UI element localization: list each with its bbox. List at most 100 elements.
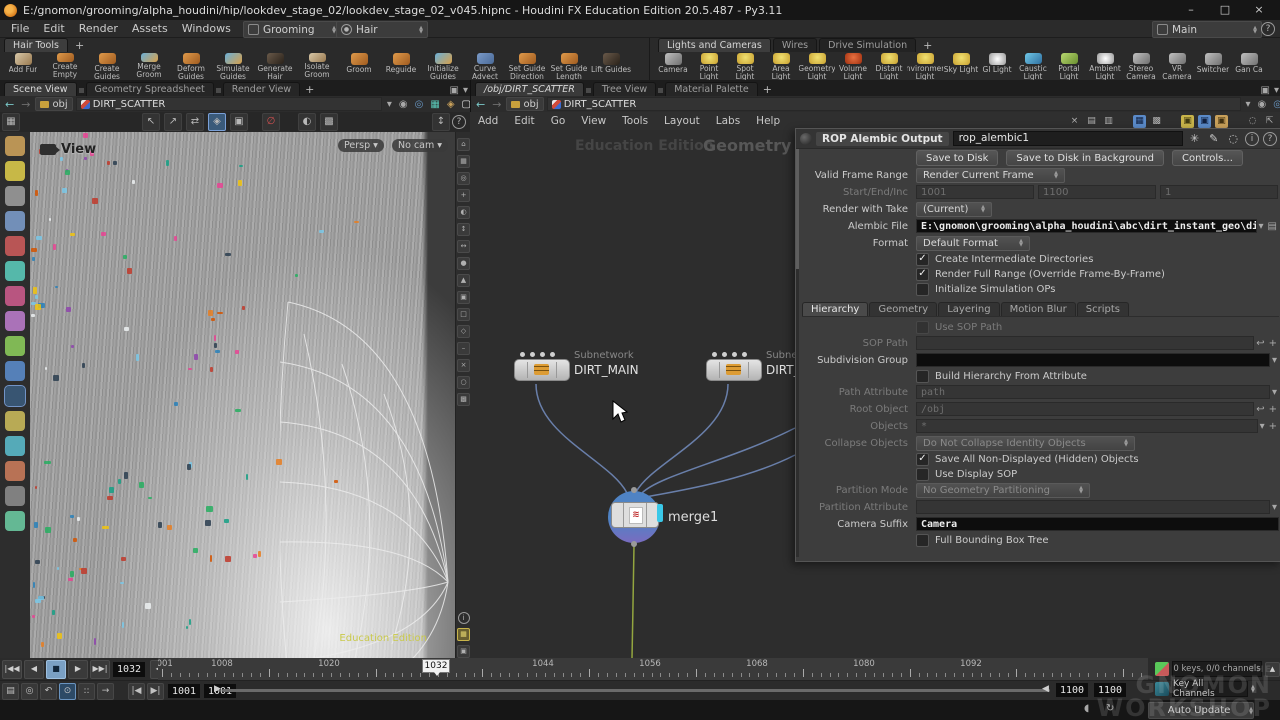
- node-body[interactable]: [706, 359, 762, 381]
- viewport-option-icon[interactable]: ↕: [457, 223, 470, 236]
- grid-toggle-icon[interactable]: ▦: [457, 628, 470, 641]
- copy-keys-icon[interactable]: ▤: [2, 683, 19, 700]
- loop-mode-icon[interactable]: ↶: [40, 683, 57, 700]
- viewport-tool-icon[interactable]: [5, 361, 25, 381]
- nav-forward-icon[interactable]: →: [490, 98, 503, 111]
- shelf-tool[interactable]: Gan Ca: [1231, 52, 1267, 80]
- global-anim-icon[interactable]: ◎: [21, 683, 38, 700]
- projection-menu[interactable]: Persp▾: [338, 139, 384, 152]
- realtime-toggle-icon[interactable]: ⊙: [59, 683, 76, 700]
- nav-back-icon[interactable]: ←: [474, 98, 487, 111]
- viewport-option-icon[interactable]: ▲: [457, 274, 470, 287]
- range-slider-right-handle[interactable]: ◀: [1042, 684, 1049, 694]
- viewport-option-icon[interactable]: ×: [457, 359, 470, 372]
- search-icon[interactable]: ◌: [1225, 132, 1241, 145]
- radial-menu-hair[interactable]: ● Hair: [336, 21, 428, 38]
- shelf-tool[interactable]: Merge Groom Objects: [128, 52, 170, 80]
- shelf-tool[interactable]: Stereo Camera: [1123, 52, 1159, 80]
- net-menu-view[interactable]: View: [573, 115, 614, 127]
- pane-maximize-icon[interactable]: ▣: [448, 85, 461, 96]
- menu-edit[interactable]: Edit: [36, 20, 71, 37]
- net-menu-add[interactable]: Add: [470, 115, 506, 127]
- output-port[interactable]: [631, 541, 637, 547]
- shelf-tool[interactable]: Initialize Guides: [422, 52, 464, 80]
- camera-suffix-field[interactable]: Camera: [916, 517, 1279, 531]
- partition-mode-dropdown[interactable]: No Geometry Partitioning: [916, 483, 1090, 498]
- shelf-tool[interactable]: Sky Light: [943, 52, 979, 80]
- menu-windows[interactable]: Windows: [175, 20, 238, 37]
- camera-menu[interactable]: No cam▾: [392, 139, 448, 152]
- op-jump-icon[interactable]: ↩: [1254, 404, 1266, 415]
- select-tool-icon[interactable]: ↗: [164, 113, 182, 131]
- tab-geometry[interactable]: Geometry: [869, 302, 937, 316]
- viewport-option-icon[interactable]: +: [457, 189, 470, 202]
- select-box-icon[interactable]: ▣: [230, 113, 248, 131]
- obj-menu-icon[interactable]: ▾: [1258, 421, 1267, 432]
- tab-render-view[interactable]: Render View: [223, 82, 300, 96]
- shelf-tool[interactable]: Create Empty Guide Groom: [44, 52, 86, 80]
- checkbox[interactable]: [916, 283, 929, 296]
- path-dropdown-icon[interactable]: ▾: [1244, 99, 1253, 110]
- file-history-icon[interactable]: ▾: [1257, 221, 1266, 232]
- shelf-tool[interactable]: Set Guide Direction: [506, 52, 548, 80]
- controls-button[interactable]: Controls...: [1172, 150, 1243, 166]
- viewport-option-icon[interactable]: ▣: [457, 291, 470, 304]
- tab-tree-view[interactable]: Tree View: [593, 82, 656, 96]
- layout-grid-icon[interactable]: ▦: [2, 113, 20, 131]
- help-icon[interactable]: ?: [1263, 132, 1277, 146]
- add-pane-tab-button[interactable]: +: [300, 83, 319, 96]
- viewport-tool-icon[interactable]: [5, 161, 25, 181]
- tab-handle[interactable]: [216, 88, 221, 93]
- keyframe-icon[interactable]: [1155, 662, 1169, 676]
- viewport-option-icon[interactable]: ○: [457, 376, 470, 389]
- scene-viewport[interactable]: View Persp▾ No cam▾ Education Edition: [30, 132, 455, 658]
- shelf-tab-lights-cameras[interactable]: Lights and Cameras: [658, 38, 771, 52]
- pane-maximize-icon[interactable]: ▣: [1259, 85, 1272, 96]
- tab-handle[interactable]: [586, 88, 591, 93]
- tab-layering[interactable]: Layering: [938, 302, 999, 316]
- range-slider-left-handle[interactable]: ▶: [214, 684, 221, 694]
- checkbox[interactable]: [916, 321, 929, 334]
- end-frame-field[interactable]: 1100: [1038, 185, 1156, 199]
- go-end-button[interactable]: ▶▶|: [90, 660, 110, 679]
- range-next-icon[interactable]: ▶|: [147, 683, 164, 700]
- camera-lock-icon[interactable]: ▣: [457, 645, 470, 658]
- viewport-tool-icon[interactable]: [5, 386, 25, 406]
- range-slider[interactable]: [222, 689, 1050, 692]
- tab-handle[interactable]: [658, 88, 663, 93]
- shelf-tool[interactable]: Add Fur: [2, 52, 44, 80]
- checkbox[interactable]: [916, 468, 929, 481]
- snapshot-icon[interactable]: ▦: [428, 99, 441, 110]
- net-menu-go[interactable]: Go: [543, 115, 574, 127]
- viewport-option-icon[interactable]: ●: [457, 257, 470, 270]
- op-jump-icon[interactable]: ↩: [1254, 338, 1266, 349]
- net-menu-help[interactable]: Help: [748, 115, 788, 127]
- list-view-icon[interactable]: ▥: [1102, 115, 1115, 128]
- tab-scripts[interactable]: Scripts: [1077, 302, 1129, 316]
- global-end-field[interactable]: 1100: [1094, 683, 1126, 697]
- shelf-tool[interactable]: Lift Guides: [590, 52, 632, 80]
- tab-hierarchy[interactable]: Hierarchy: [802, 302, 868, 316]
- viewport-option-icon[interactable]: ◐: [457, 206, 470, 219]
- shelf-tool[interactable]: Switcher: [1195, 52, 1231, 80]
- play-reverse-button[interactable]: ◀: [24, 660, 44, 679]
- link-icon[interactable]: ◎: [413, 99, 426, 110]
- viewport-option-icon[interactable]: □: [457, 308, 470, 321]
- go-start-button[interactable]: |◀◀: [2, 660, 22, 679]
- shelf-tool[interactable]: Area Light: [763, 52, 799, 80]
- render-take-dropdown[interactable]: (Current): [916, 202, 992, 217]
- shelf-tool[interactable]: Geometry Light: [799, 52, 835, 80]
- nav-forward-icon[interactable]: →: [19, 98, 32, 111]
- snap-toggle-icon[interactable]: ◈: [208, 113, 226, 131]
- tab-handle[interactable]: [79, 88, 84, 93]
- node-merge1[interactable]: ≋ merge1: [608, 491, 660, 543]
- info-icon[interactable]: i: [458, 612, 470, 624]
- add-shelf-tab-button[interactable]: +: [918, 39, 937, 52]
- pane-menu-icon[interactable]: ▾: [1272, 85, 1280, 96]
- viewport-tool-icon[interactable]: [5, 511, 25, 531]
- node-shape[interactable]: ≋: [608, 491, 660, 543]
- global-start-field[interactable]: 1001: [168, 684, 200, 698]
- alembic-file-field[interactable]: E:\gnomon\grooming\alpha_houdini\abc\dir…: [916, 219, 1257, 233]
- sop-path-field[interactable]: [916, 336, 1254, 350]
- checkbox[interactable]: ✓: [916, 253, 929, 266]
